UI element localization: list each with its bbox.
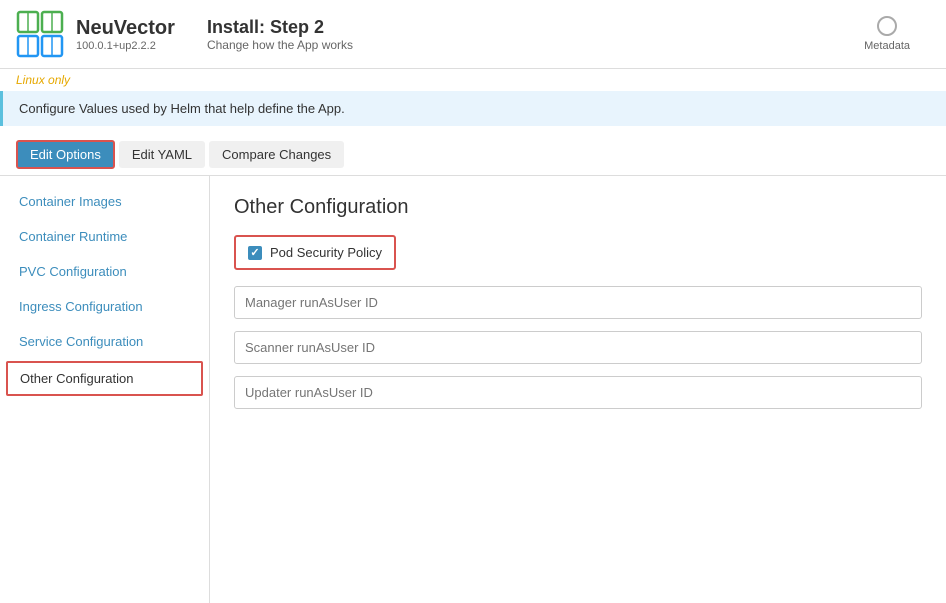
app-version: 100.0.1+up2.2.2: [76, 40, 175, 52]
header-title-group: Install: Step 2 Change how the App works: [191, 17, 353, 52]
manager-run-as-user-field-group: [234, 286, 922, 319]
app-name: NeuVector: [76, 17, 175, 40]
sidebar: Container Images Container Runtime PVC C…: [0, 176, 210, 603]
sidebar-item-other-configuration[interactable]: Other Configuration: [6, 361, 203, 396]
stepper: Metadata: [864, 16, 930, 52]
sidebar-item-container-runtime[interactable]: Container Runtime: [0, 219, 209, 254]
linux-banner: Linux only: [0, 69, 946, 91]
content: Container Images Container Runtime PVC C…: [0, 176, 946, 603]
install-subtitle: Change how the App works: [207, 38, 353, 52]
header: NeuVector 100.0.1+up2.2.2 Install: Step …: [0, 0, 946, 69]
sidebar-item-pvc-configuration[interactable]: PVC Configuration: [0, 254, 209, 289]
sidebar-item-ingress-configuration[interactable]: Ingress Configuration: [0, 289, 209, 324]
scanner-run-as-user-input[interactable]: [234, 331, 922, 364]
pod-security-policy-label: Pod Security Policy: [270, 245, 382, 260]
step-metadata: Metadata: [864, 16, 910, 52]
main-panel: Other Configuration Pod Security Policy: [210, 176, 946, 603]
app-info: NeuVector 100.0.1+up2.2.2: [76, 17, 175, 52]
pod-security-policy-row[interactable]: Pod Security Policy: [234, 235, 396, 270]
install-title: Install: Step 2: [207, 17, 353, 38]
sidebar-item-container-images[interactable]: Container Images: [0, 184, 209, 219]
tab-edit-options[interactable]: Edit Options: [16, 140, 115, 169]
updater-run-as-user-input[interactable]: [234, 376, 922, 409]
tabs: Edit Options Edit YAML Compare Changes: [0, 134, 946, 176]
tab-compare-changes[interactable]: Compare Changes: [209, 141, 344, 168]
logo: [16, 10, 64, 58]
sidebar-item-service-configuration[interactable]: Service Configuration: [0, 324, 209, 359]
info-bar: Configure Values used by Helm that help …: [0, 91, 946, 126]
step-label: Metadata: [864, 40, 910, 52]
updater-run-as-user-field-group: [234, 376, 922, 409]
scanner-run-as-user-field-group: [234, 331, 922, 364]
manager-run-as-user-input[interactable]: [234, 286, 922, 319]
pod-security-policy-checkbox[interactable]: [248, 246, 262, 260]
tab-edit-yaml[interactable]: Edit YAML: [119, 141, 205, 168]
step-circle: [877, 16, 897, 36]
section-title: Other Configuration: [234, 196, 922, 219]
